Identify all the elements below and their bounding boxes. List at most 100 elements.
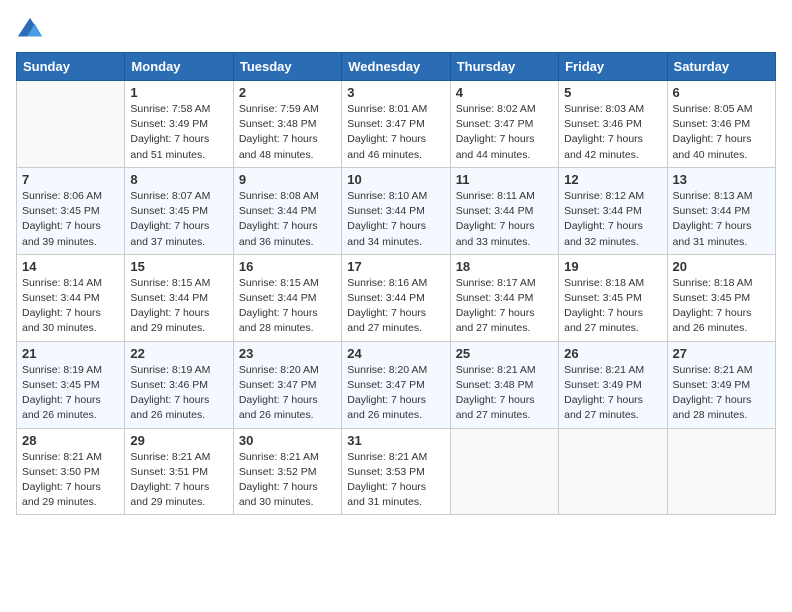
- sunset: Sunset: 3:45 PM: [22, 205, 100, 217]
- sunset: Sunset: 3:47 PM: [347, 379, 425, 391]
- cell-info: Sunrise: 8:21 AM Sunset: 3:52 PM Dayligh…: [239, 450, 336, 511]
- header-day-monday: Monday: [125, 53, 233, 81]
- calendar-cell: 18 Sunrise: 8:17 AM Sunset: 3:44 PM Dayl…: [450, 254, 558, 341]
- day-number: 12: [564, 172, 661, 187]
- calendar-cell: 1 Sunrise: 7:58 AM Sunset: 3:49 PM Dayli…: [125, 81, 233, 168]
- sunset: Sunset: 3:46 PM: [130, 379, 208, 391]
- sunset: Sunset: 3:46 PM: [564, 118, 642, 130]
- cell-info: Sunrise: 8:20 AM Sunset: 3:47 PM Dayligh…: [347, 363, 444, 424]
- cell-info: Sunrise: 8:18 AM Sunset: 3:45 PM Dayligh…: [564, 276, 661, 337]
- calendar-cell: 27 Sunrise: 8:21 AM Sunset: 3:49 PM Dayl…: [667, 341, 775, 428]
- sunrise: Sunrise: 7:59 AM: [239, 103, 319, 115]
- header-day-sunday: Sunday: [17, 53, 125, 81]
- sunset: Sunset: 3:47 PM: [456, 118, 534, 130]
- cell-info: Sunrise: 8:21 AM Sunset: 3:51 PM Dayligh…: [130, 450, 227, 511]
- daylight: Daylight: 7 hours and 32 minutes.: [564, 220, 643, 247]
- calendar-week-4: 21 Sunrise: 8:19 AM Sunset: 3:45 PM Dayl…: [17, 341, 776, 428]
- daylight: Daylight: 7 hours and 27 minutes.: [347, 307, 426, 334]
- cell-info: Sunrise: 8:06 AM Sunset: 3:45 PM Dayligh…: [22, 189, 119, 250]
- day-number: 23: [239, 346, 336, 361]
- cell-info: Sunrise: 8:12 AM Sunset: 3:44 PM Dayligh…: [564, 189, 661, 250]
- daylight: Daylight: 7 hours and 27 minutes.: [456, 394, 535, 421]
- cell-info: Sunrise: 8:07 AM Sunset: 3:45 PM Dayligh…: [130, 189, 227, 250]
- sunrise: Sunrise: 8:18 AM: [564, 277, 644, 289]
- cell-info: Sunrise: 8:03 AM Sunset: 3:46 PM Dayligh…: [564, 102, 661, 163]
- daylight: Daylight: 7 hours and 27 minutes.: [456, 307, 535, 334]
- sunrise: Sunrise: 7:58 AM: [130, 103, 210, 115]
- calendar-cell: 5 Sunrise: 8:03 AM Sunset: 3:46 PM Dayli…: [559, 81, 667, 168]
- day-number: 8: [130, 172, 227, 187]
- cell-info: Sunrise: 8:02 AM Sunset: 3:47 PM Dayligh…: [456, 102, 553, 163]
- header: [16, 16, 776, 44]
- daylight: Daylight: 7 hours and 29 minutes.: [130, 307, 209, 334]
- calendar-cell: [667, 428, 775, 515]
- daylight: Daylight: 7 hours and 26 minutes.: [239, 394, 318, 421]
- calendar-cell: 20 Sunrise: 8:18 AM Sunset: 3:45 PM Dayl…: [667, 254, 775, 341]
- sunset: Sunset: 3:44 PM: [564, 205, 642, 217]
- calendar-cell: 19 Sunrise: 8:18 AM Sunset: 3:45 PM Dayl…: [559, 254, 667, 341]
- cell-info: Sunrise: 8:21 AM Sunset: 3:49 PM Dayligh…: [564, 363, 661, 424]
- day-number: 25: [456, 346, 553, 361]
- sunset: Sunset: 3:48 PM: [239, 118, 317, 130]
- day-number: 5: [564, 85, 661, 100]
- sunrise: Sunrise: 8:21 AM: [239, 451, 319, 463]
- day-number: 30: [239, 433, 336, 448]
- day-number: 20: [673, 259, 770, 274]
- day-number: 16: [239, 259, 336, 274]
- cell-info: Sunrise: 8:20 AM Sunset: 3:47 PM Dayligh…: [239, 363, 336, 424]
- cell-info: Sunrise: 8:16 AM Sunset: 3:44 PM Dayligh…: [347, 276, 444, 337]
- daylight: Daylight: 7 hours and 34 minutes.: [347, 220, 426, 247]
- sunrise: Sunrise: 8:16 AM: [347, 277, 427, 289]
- cell-info: Sunrise: 8:21 AM Sunset: 3:50 PM Dayligh…: [22, 450, 119, 511]
- day-number: 15: [130, 259, 227, 274]
- daylight: Daylight: 7 hours and 28 minutes.: [239, 307, 318, 334]
- day-number: 21: [22, 346, 119, 361]
- daylight: Daylight: 7 hours and 26 minutes.: [673, 307, 752, 334]
- sunrise: Sunrise: 8:21 AM: [456, 364, 536, 376]
- sunrise: Sunrise: 8:06 AM: [22, 190, 102, 202]
- sunrise: Sunrise: 8:03 AM: [564, 103, 644, 115]
- sunrise: Sunrise: 8:21 AM: [673, 364, 753, 376]
- calendar-cell: 14 Sunrise: 8:14 AM Sunset: 3:44 PM Dayl…: [17, 254, 125, 341]
- day-number: 1: [130, 85, 227, 100]
- calendar-table: SundayMondayTuesdayWednesdayThursdayFrid…: [16, 52, 776, 515]
- sunset: Sunset: 3:44 PM: [673, 205, 751, 217]
- cell-info: Sunrise: 8:14 AM Sunset: 3:44 PM Dayligh…: [22, 276, 119, 337]
- sunset: Sunset: 3:51 PM: [130, 466, 208, 478]
- daylight: Daylight: 7 hours and 29 minutes.: [130, 481, 209, 508]
- calendar-cell: 7 Sunrise: 8:06 AM Sunset: 3:45 PM Dayli…: [17, 167, 125, 254]
- sunset: Sunset: 3:44 PM: [130, 292, 208, 304]
- sunrise: Sunrise: 8:12 AM: [564, 190, 644, 202]
- header-day-tuesday: Tuesday: [233, 53, 341, 81]
- calendar-cell: 10 Sunrise: 8:10 AM Sunset: 3:44 PM Dayl…: [342, 167, 450, 254]
- calendar-cell: 15 Sunrise: 8:15 AM Sunset: 3:44 PM Dayl…: [125, 254, 233, 341]
- sunset: Sunset: 3:49 PM: [673, 379, 751, 391]
- calendar-cell: [17, 81, 125, 168]
- sunrise: Sunrise: 8:20 AM: [239, 364, 319, 376]
- sunset: Sunset: 3:49 PM: [130, 118, 208, 130]
- logo: [16, 16, 48, 44]
- calendar-week-2: 7 Sunrise: 8:06 AM Sunset: 3:45 PM Dayli…: [17, 167, 776, 254]
- calendar-cell: 31 Sunrise: 8:21 AM Sunset: 3:53 PM Dayl…: [342, 428, 450, 515]
- sunrise: Sunrise: 8:14 AM: [22, 277, 102, 289]
- day-number: 19: [564, 259, 661, 274]
- sunset: Sunset: 3:45 PM: [673, 292, 751, 304]
- calendar-cell: 9 Sunrise: 8:08 AM Sunset: 3:44 PM Dayli…: [233, 167, 341, 254]
- calendar-cell: 22 Sunrise: 8:19 AM Sunset: 3:46 PM Dayl…: [125, 341, 233, 428]
- sunset: Sunset: 3:48 PM: [456, 379, 534, 391]
- sunrise: Sunrise: 8:21 AM: [22, 451, 102, 463]
- sunrise: Sunrise: 8:15 AM: [239, 277, 319, 289]
- calendar-cell: 6 Sunrise: 8:05 AM Sunset: 3:46 PM Dayli…: [667, 81, 775, 168]
- daylight: Daylight: 7 hours and 44 minutes.: [456, 133, 535, 160]
- header-day-wednesday: Wednesday: [342, 53, 450, 81]
- cell-info: Sunrise: 8:11 AM Sunset: 3:44 PM Dayligh…: [456, 189, 553, 250]
- calendar-cell: 21 Sunrise: 8:19 AM Sunset: 3:45 PM Dayl…: [17, 341, 125, 428]
- cell-info: Sunrise: 8:15 AM Sunset: 3:44 PM Dayligh…: [239, 276, 336, 337]
- cell-info: Sunrise: 8:21 AM Sunset: 3:48 PM Dayligh…: [456, 363, 553, 424]
- day-number: 9: [239, 172, 336, 187]
- daylight: Daylight: 7 hours and 29 minutes.: [22, 481, 101, 508]
- calendar-cell: 24 Sunrise: 8:20 AM Sunset: 3:47 PM Dayl…: [342, 341, 450, 428]
- day-number: 7: [22, 172, 119, 187]
- sunrise: Sunrise: 8:01 AM: [347, 103, 427, 115]
- sunrise: Sunrise: 8:15 AM: [130, 277, 210, 289]
